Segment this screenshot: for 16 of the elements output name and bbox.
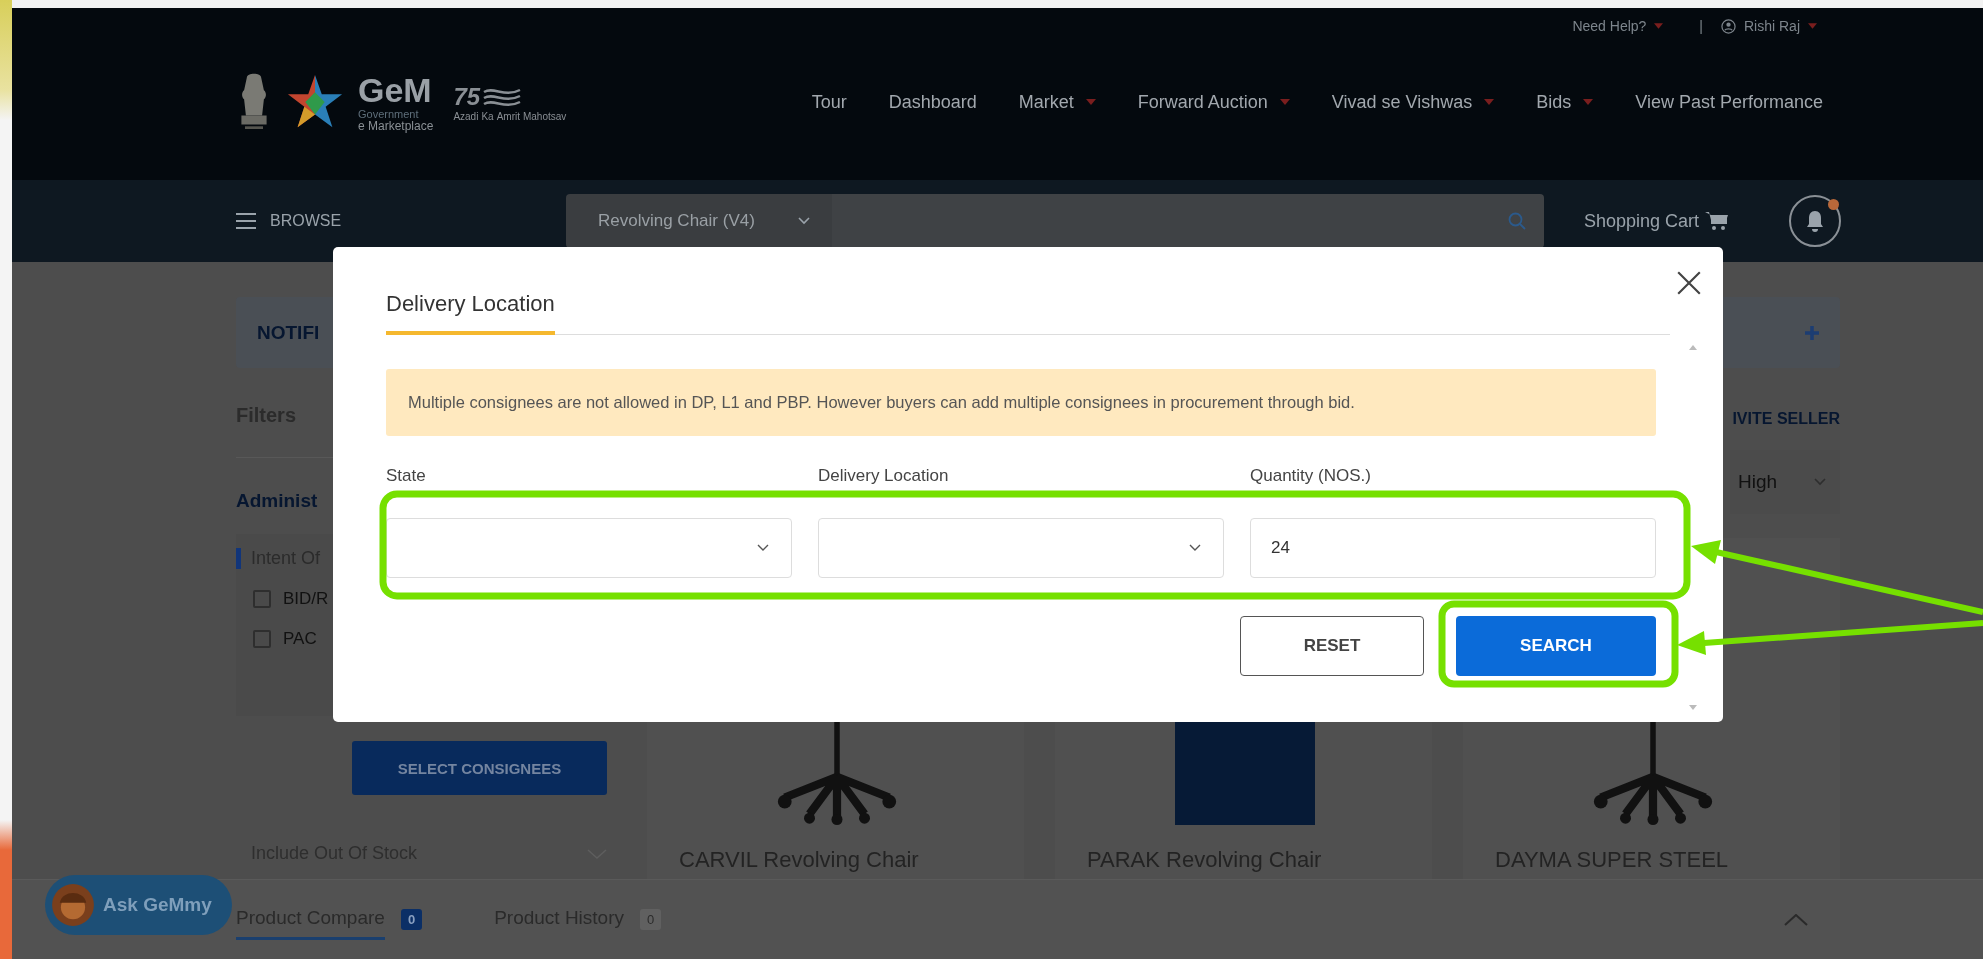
badge-word: Amrit: [496, 110, 520, 122]
field-label: Delivery Location: [818, 466, 949, 486]
badge-word: Azadi: [453, 110, 479, 122]
field-label: State: [386, 466, 426, 486]
badge-word: Mahotsav: [522, 110, 567, 122]
info-notice: Multiple consignees are not allowed in DP, L1 and PBP. However buyers can add multiple consignees in procurement through bid.: [386, 369, 1656, 436]
brand-tagline: e Marketplace: [358, 119, 434, 132]
checkbox-label: BID/R: [283, 589, 329, 609]
count-badge: 0: [400, 909, 423, 930]
separator-text: |: [1699, 18, 1703, 34]
badge-word: Ka: [481, 110, 494, 122]
brand-name: GeM: [358, 72, 433, 107]
checkbox-label: PAC: [283, 629, 317, 649]
badge-number: 75: [453, 82, 481, 111]
brand-tagline: Government: [358, 108, 420, 120]
field-label: Quantity (NOS.): [1250, 466, 1371, 486]
